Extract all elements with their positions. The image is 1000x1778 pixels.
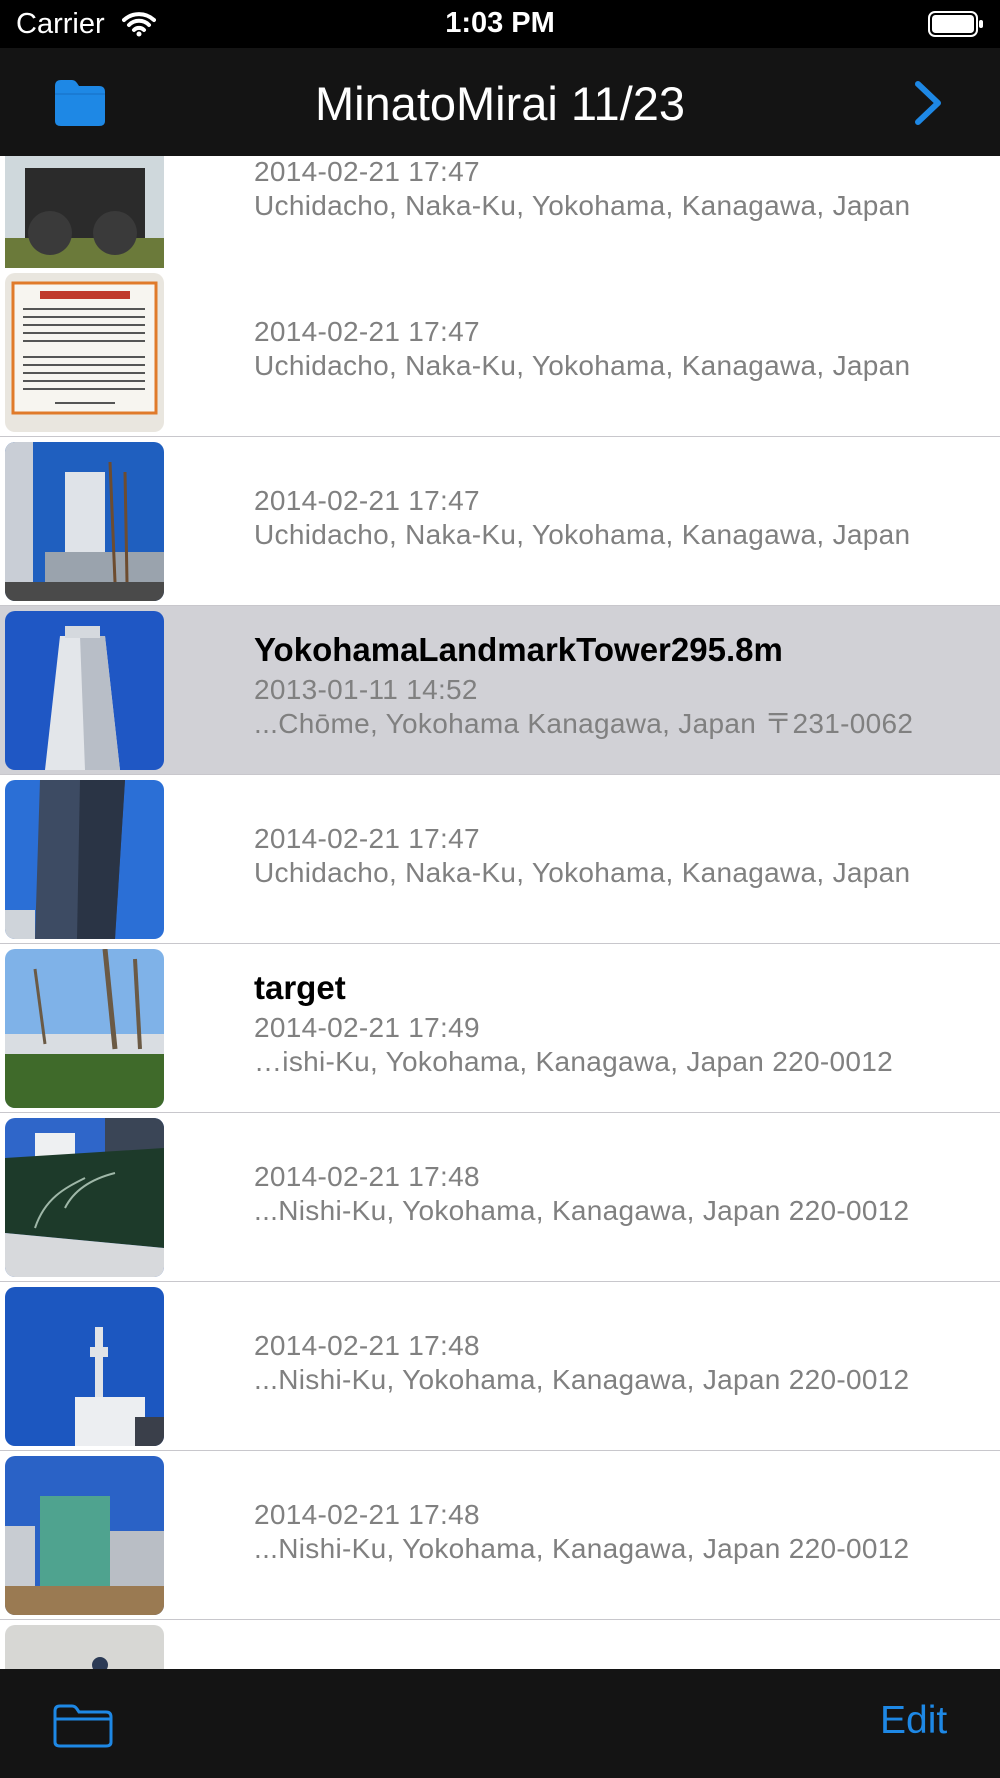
list-item[interactable]: 2014-02-21 17:48 ...Nishi-Ku, Yokohama, … (0, 1113, 1000, 1282)
date-label: 2014-02-21 17:47 (254, 485, 480, 516)
date-label: 2014-02-21 17:49 (254, 1012, 480, 1043)
title-label: target (254, 969, 346, 1006)
date-label: 2014-02-21 17:48 (254, 1499, 480, 1530)
address-label: Uchidacho, Naka-Ku, Yokohama, Kanagawa, … (254, 857, 911, 888)
photo-list[interactable]: 2014-02-21 17:47 Uchidacho, Naka-Ku, Yok… (0, 156, 1000, 1669)
date-label: 2014-02-21 17:48 (254, 1161, 480, 1192)
status-time: 1:03 PM (445, 7, 555, 39)
list-item[interactable]: 2014-02-21 17:47 Uchidacho, Naka-Ku, Yok… (0, 437, 1000, 606)
list-item[interactable]: 2014-02-21 17:48 ...Nishi-Ku, Yokohama, … (0, 1451, 1000, 1620)
date-label: 2014-02-21 17:47 (254, 316, 480, 347)
thumbnail-image (5, 1287, 164, 1446)
list-item[interactable]: target 2014-02-21 17:49 …ishi-Ku, Yokoha… (0, 944, 1000, 1113)
page-title: MinatoMirai 11/23 (314, 77, 686, 130)
address-label: Uchidacho, Naka-Ku, Yokohama, Kanagawa, … (254, 190, 911, 221)
thumbnail-image (5, 949, 164, 1108)
list-item[interactable] (0, 1620, 1000, 1669)
thumbnail-image (5, 611, 164, 770)
date-label: 2014-02-21 17:48 (254, 1330, 480, 1361)
address-label: Uchidacho, Naka-Ku, Yokohama, Kanagawa, … (254, 350, 911, 381)
edit-button[interactable]: Edit (880, 1699, 947, 1743)
thumbnail-image (5, 442, 164, 601)
date-label: 2014-02-21 17:47 (254, 156, 480, 187)
list-item[interactable]: 2014-02-21 17:48 ...Nishi-Ku, Yokohama, … (0, 1282, 1000, 1451)
status-bar: Carrier 1:03 PM (0, 0, 1000, 48)
address-label: …ishi-Ku, Yokohama, Kanagawa, Japan 220-… (254, 1046, 893, 1077)
navigation-bar: MinatoMirai 11/23 (0, 48, 1000, 156)
battery-icon (928, 11, 983, 37)
date-label: 2014-02-21 17:47 (254, 823, 480, 854)
address-label: ...Nishi-Ku, Yokohama, Kanagawa, Japan 2… (254, 1364, 910, 1395)
list-item-selected[interactable]: YokohamaLandmarkTower295.8m 2013-01-11 1… (0, 606, 1000, 775)
thumbnail-image (5, 1625, 164, 1669)
chevron-right-icon[interactable] (910, 80, 946, 126)
list-item[interactable]: 2014-02-21 17:47 Uchidacho, Naka-Ku, Yok… (0, 775, 1000, 944)
thumbnail-image (5, 273, 164, 432)
address-label: ...Chōme, Yokohama Kanagawa, Japan 〒231-… (254, 708, 914, 739)
address-label: ...Nishi-Ku, Yokohama, Kanagawa, Japan 2… (254, 1533, 910, 1564)
bottom-toolbar: Edit (0, 1669, 1000, 1778)
address-label: ...Nishi-Ku, Yokohama, Kanagawa, Japan 2… (254, 1195, 910, 1226)
thumbnail-image (5, 1456, 164, 1615)
address-label: Uchidacho, Naka-Ku, Yokohama, Kanagawa, … (254, 519, 911, 550)
folder-outline-icon[interactable] (52, 1703, 114, 1749)
thumbnail-image (5, 1118, 164, 1277)
title-label: YokohamaLandmarkTower295.8m (254, 631, 783, 668)
date-label: 2013-01-11 14:52 (254, 674, 478, 705)
list-item[interactable]: 2014-02-21 17:47 Uchidacho, Naka-Ku, Yok… (0, 268, 1000, 437)
thumbnail-image (5, 780, 164, 939)
